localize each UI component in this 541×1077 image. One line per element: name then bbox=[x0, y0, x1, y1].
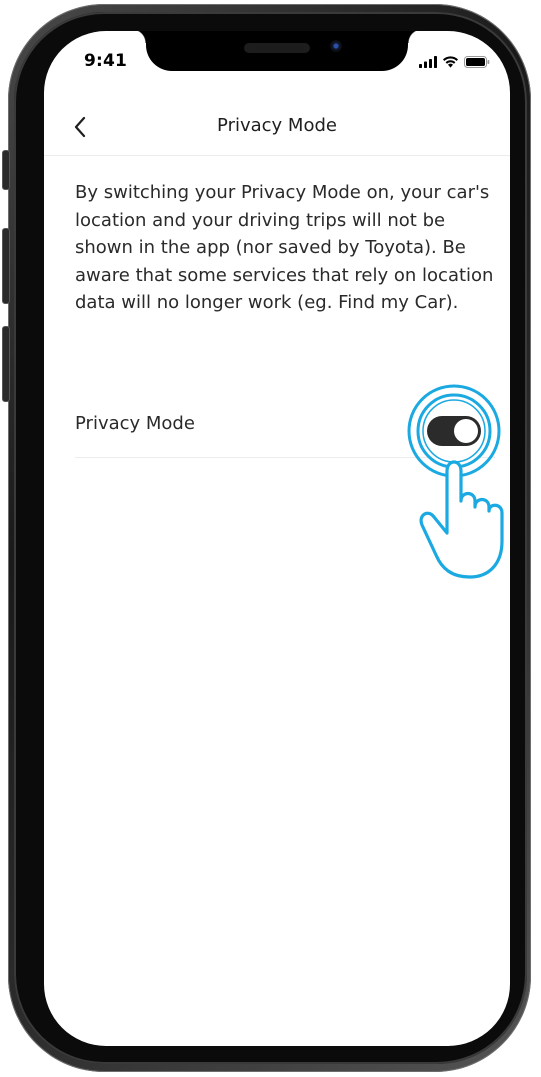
privacy-mode-toggle[interactable] bbox=[431, 409, 485, 439]
privacy-mode-label: Privacy Mode bbox=[75, 413, 195, 434]
notch bbox=[132, 31, 422, 71]
speaker-grille bbox=[244, 43, 310, 53]
camera-icon bbox=[330, 40, 342, 52]
privacy-description: By switching your Privacy Mode on, your … bbox=[75, 182, 494, 313]
volume-up-button bbox=[2, 228, 10, 304]
battery-icon bbox=[464, 53, 490, 72]
mute-switch bbox=[2, 150, 10, 190]
stage: 9:41 Privacy Mode By switching your Priv… bbox=[0, 0, 541, 1077]
nav-bar: Privacy Mode bbox=[44, 107, 510, 156]
privacy-mode-row: Privacy Mode bbox=[75, 397, 495, 458]
status-time: 9:41 bbox=[84, 51, 128, 71]
status-icons bbox=[419, 53, 490, 72]
page-title: Privacy Mode bbox=[217, 115, 337, 136]
volume-down-button bbox=[2, 326, 10, 402]
cellular-signal-icon bbox=[419, 53, 437, 72]
wifi-icon bbox=[442, 53, 459, 72]
toggle-knob bbox=[459, 412, 483, 436]
app-screen: 9:41 Privacy Mode By switching your Priv… bbox=[44, 31, 510, 1046]
